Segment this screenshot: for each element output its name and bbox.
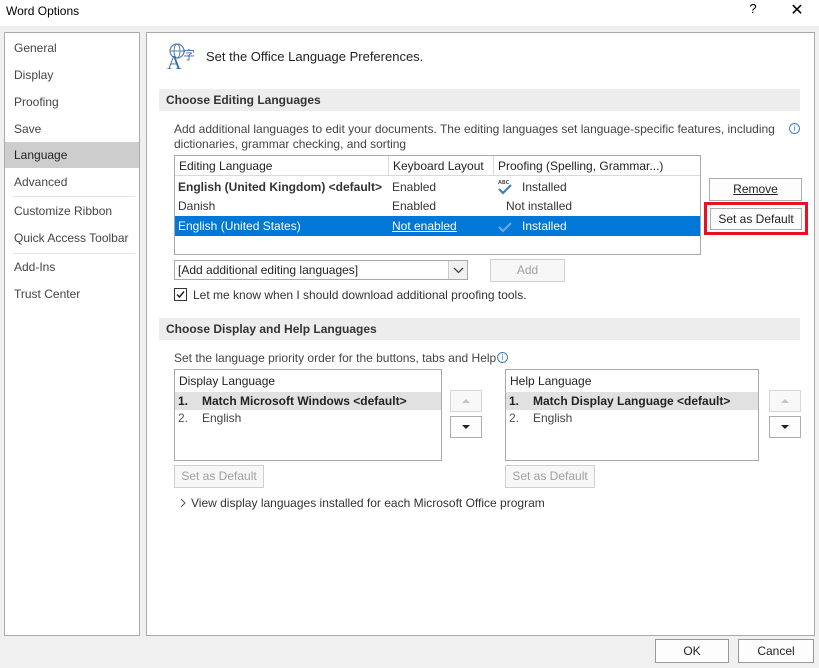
main-panel: A 字 Set the Office Language Preferences.… [146,32,815,636]
help-language-header: Help Language [510,374,592,388]
svg-text:字: 字 [183,47,195,62]
title-bar [0,0,819,26]
list-item[interactable]: 2. English [175,410,441,428]
cancel-button[interactable]: Cancel [738,639,814,663]
chevron-down-icon[interactable] [448,261,467,279]
view-display-languages-link[interactable]: View display languages installed for eac… [191,496,545,510]
ok-button[interactable]: OK [655,639,729,663]
list-item[interactable]: 2. English [506,410,758,428]
list-item-number: 1. [509,394,520,408]
list-item-label: English [202,411,242,425]
proofing-status: Not installed [506,199,573,213]
display-move-up-button[interactable] [450,390,482,412]
display-help-description: Set the language priority order for the … [174,351,497,365]
remove-button[interactable]: Remove [709,178,802,201]
sidebar-item-save[interactable]: Save [5,116,139,142]
list-item-number: 1. [178,394,189,408]
editing-languages-table: Editing Language Keyboard Layout Proofin… [174,155,701,255]
column-header[interactable]: Proofing (Spelling, Grammar...) [498,159,663,173]
language-name: Danish [178,199,216,213]
sidebar-item-quick-access-toolbar[interactable]: Quick Access Toolbar [5,225,139,251]
notify-checkbox[interactable] [174,288,187,301]
list-item-selected[interactable]: 1. Match Display Language <default> [506,392,758,410]
display-move-down-button[interactable] [450,416,482,438]
table-header: Editing Language Keyboard Layout Proofin… [175,156,700,176]
sidebar-item-add-ins[interactable]: Add-Ins [5,254,139,280]
proofing-check-icon: ABC [497,178,513,196]
sidebar-item-language[interactable]: Language [5,142,139,168]
table-row-selected[interactable]: English (United States) Not enabled Inst… [175,216,700,236]
list-item-label: Match Microsoft Windows <default> [202,394,407,408]
language-icon: A 字 [167,41,201,74]
list-item-selected[interactable]: 1. Match Microsoft Windows <default> [175,392,441,410]
notify-checkbox-label[interactable]: Let me know when I should download addit… [193,288,527,302]
info-icon[interactable]: i [497,352,508,363]
sidebar-divider [13,196,135,197]
window-title: Word Options [6,4,80,18]
help-button[interactable]: ? [744,1,762,21]
sidebar-item-general[interactable]: General [5,35,139,61]
list-item-number: 2. [178,411,189,425]
svg-text:ABC: ABC [498,180,510,186]
column-divider [493,156,494,176]
close-button[interactable]: ✕ [786,0,808,22]
sidebar: General Display Proofing Save Language A… [4,32,140,636]
display-language-header: Display Language [179,374,276,388]
help-language-list: Help Language 1. Match Display Language … [505,369,759,461]
sidebar-item-display[interactable]: Display [5,62,139,88]
section-display-help-languages: Choose Display and Help Languages [159,318,800,340]
help-move-up-button[interactable] [769,390,801,412]
list-item-label: Match Display Language <default> [533,394,731,408]
help-set-default-button[interactable]: Set as Default [505,465,595,488]
display-language-list: Display Language 1. Match Microsoft Wind… [174,369,442,461]
sidebar-item-trust-center[interactable]: Trust Center [5,281,139,307]
keyboard-status: Enabled [392,180,437,194]
display-set-default-button[interactable]: Set as Default [174,465,264,488]
proofing-status: Installed [522,219,567,233]
proofing-check-icon [497,217,513,235]
add-button[interactable]: Add [490,259,565,282]
expand-chevron-icon[interactable] [179,497,189,508]
set-default-button[interactable]: Set as Default [710,208,802,230]
remove-label: Remove [733,182,778,196]
proofing-status: Installed [522,180,567,194]
table-row[interactable]: English (United Kingdom) <default> Enabl… [175,178,700,197]
editing-description: Add additional languages to edit your do… [174,122,775,152]
list-item-label: English [533,411,573,425]
add-language-value: [Add additional editing languages] [178,263,359,277]
editing-description-line: Add additional languages to edit your do… [174,122,775,136]
column-header[interactable]: Keyboard Layout [393,159,484,173]
column-header[interactable]: Editing Language [179,159,272,173]
language-name: English (United States) [178,219,301,233]
sidebar-item-customize-ribbon[interactable]: Customize Ribbon [5,198,139,224]
help-move-down-button[interactable] [769,416,801,438]
sidebar-item-advanced[interactable]: Advanced [5,169,139,195]
section-editing-languages: Choose Editing Languages [159,89,800,111]
language-name: English (United Kingdom) <default> [178,180,382,194]
list-item-number: 2. [509,411,520,425]
keyboard-status: Enabled [392,199,437,213]
add-language-dropdown[interactable]: [Add additional editing languages] [174,260,468,280]
page-title: Set the Office Language Preferences. [206,49,424,64]
sidebar-item-proofing[interactable]: Proofing [5,89,139,115]
keyboard-status-link[interactable]: Not enabled [392,219,457,233]
table-row[interactable]: Danish Enabled Not installed [175,197,700,216]
info-icon[interactable]: i [789,123,800,134]
column-divider [388,156,389,176]
svg-text:A: A [167,52,182,71]
editing-description-line: dictionaries, grammar checking, and sort… [174,137,407,151]
